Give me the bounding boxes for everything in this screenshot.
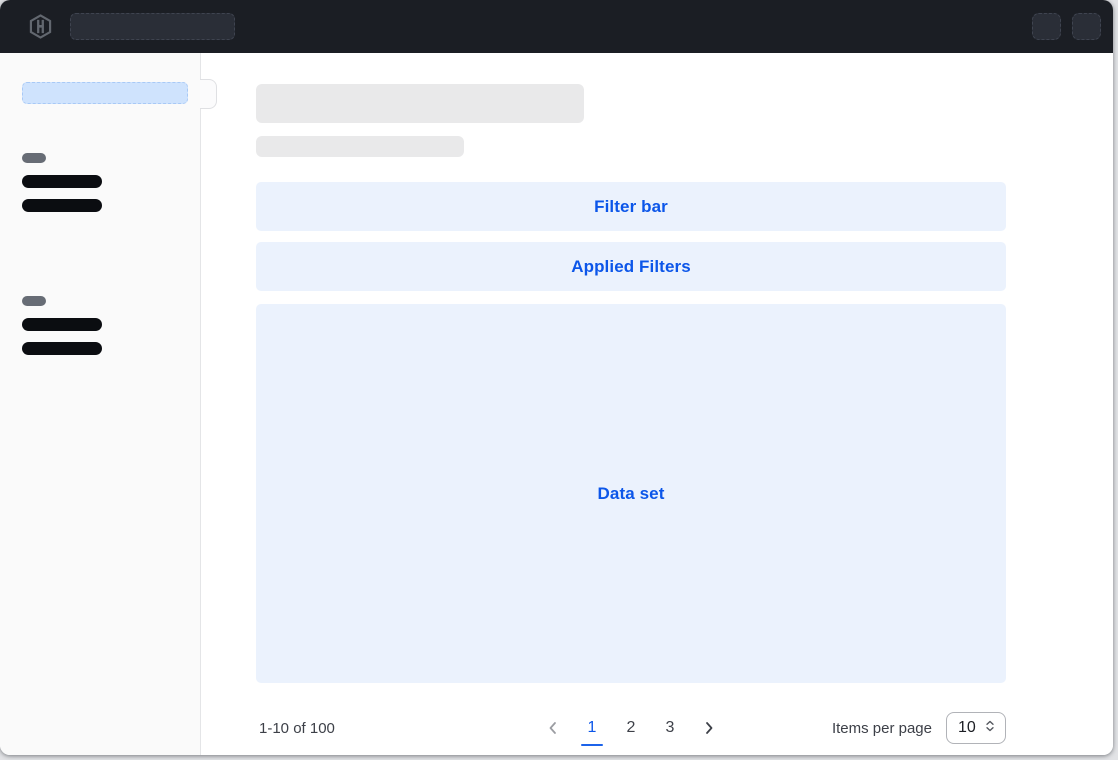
items-per-page-label: Items per page [832,720,932,737]
main-content: Filter bar Applied Filters Data set 1-10… [202,53,1113,755]
sidebar-item-placeholder-3 [22,318,102,331]
pagination-page-1[interactable]: 1 [579,709,605,747]
chevron-right-icon [701,720,717,736]
page-title-placeholder [256,84,584,123]
app-window: Filter bar Applied Filters Data set 1-10… [0,0,1113,755]
pagination-page-nav: 1 2 3 [540,709,722,747]
filter-bar-section: Filter bar [256,182,1006,231]
sidebar-section-label-placeholder-1 [22,153,46,163]
top-nav [0,0,1113,53]
unfold-more-icon [983,719,997,738]
nav-search-placeholder [70,13,235,40]
applied-filters-label: Applied Filters [571,257,691,277]
sidebar-selected-item-placeholder[interactable] [22,82,188,104]
pagination-prev-button[interactable] [540,709,566,747]
pagination-page-2[interactable]: 2 [618,709,644,747]
page-size-value: 10 [958,719,976,737]
sidebar-item-placeholder-4 [22,342,102,355]
sidebar-section-label-placeholder-2 [22,296,46,306]
nav-action-placeholder-2 [1072,13,1101,40]
sidebar-item-placeholder-2 [22,199,102,212]
chevron-left-icon [545,720,561,736]
page-subtitle-placeholder [256,136,464,157]
pagination-range-text: 1-10 of 100 [259,720,335,737]
data-set-label: Data set [598,484,665,504]
filter-bar-label: Filter bar [594,197,668,217]
nav-action-placeholder-1 [1032,13,1061,40]
items-per-page-group: Items per page 10 [832,712,1006,744]
sidebar [0,53,201,755]
pagination-next-button[interactable] [696,709,722,747]
data-set-section: Data set [256,304,1006,683]
hashicorp-logo-icon[interactable] [28,14,53,39]
applied-filters-section: Applied Filters [256,242,1006,291]
pagination-page-3[interactable]: 3 [657,709,683,747]
sidebar-item-placeholder-1 [22,175,102,188]
pagination-bar: 1-10 of 100 1 2 3 [256,703,1006,753]
sidebar-collapse-toggle[interactable] [200,79,217,109]
page-size-select[interactable]: 10 [946,712,1006,744]
